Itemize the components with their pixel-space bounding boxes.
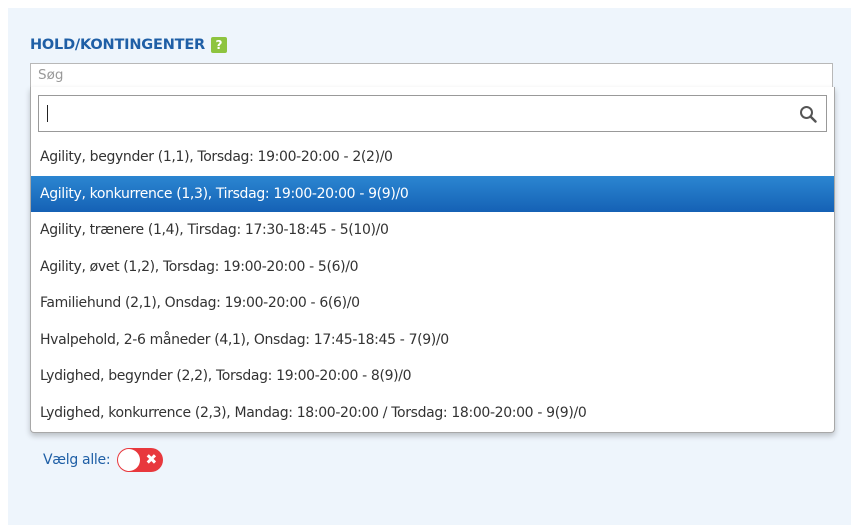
help-icon[interactable]: ? — [211, 37, 228, 53]
dropdown-option[interactable]: Agility, trænere (1,4), Tirsdag: 17:30-1… — [31, 212, 834, 249]
field-heading: HOLD/KONTINGENTER ? — [30, 37, 228, 53]
dropdown-search[interactable] — [38, 95, 827, 132]
dropdown-option[interactable]: Lydighed, begynder (2,2), Torsdag: 19:00… — [31, 358, 834, 395]
field-heading-label: HOLD/KONTINGENTER — [30, 37, 206, 53]
dropdown-option[interactable]: Familiehund (2,1), Onsdag: 19:00-20:00 -… — [31, 285, 834, 322]
close-icon: ✖ — [145, 452, 158, 468]
select-all-toggle[interactable]: ✖ — [117, 448, 164, 472]
dropdown-option[interactable]: Hvalpehold, 2-6 måneder (4,1), Onsdag: 1… — [31, 322, 834, 359]
option-list: Agility, begynder (1,1), Torsdag: 19:00-… — [31, 139, 834, 431]
dropdown-option[interactable]: Agility, øvet (1,2), Torsdag: 19:00-20:0… — [31, 249, 834, 286]
multiselect-placeholder: Søg — [38, 67, 64, 83]
toggle-knob — [118, 449, 141, 471]
select-all-label: Vælg alle: — [43, 452, 111, 468]
search-input[interactable] — [39, 96, 826, 131]
search-icon — [800, 106, 817, 123]
multiselect-box[interactable]: Søg — [30, 63, 833, 87]
dropdown-option[interactable]: Agility, begynder (1,1), Torsdag: 19:00-… — [31, 139, 834, 176]
select-all: Vælg alle: ✖ — [43, 448, 164, 472]
dropdown-option[interactable]: Lydighed, konkurrence (2,3), Mandag: 18:… — [31, 395, 834, 432]
dropdown-option[interactable]: Agility, konkurrence (1,3), Tirsdag: 19:… — [31, 175, 834, 212]
dropdown-panel: Agility, begynder (1,1), Torsdag: 19:00-… — [30, 87, 835, 433]
